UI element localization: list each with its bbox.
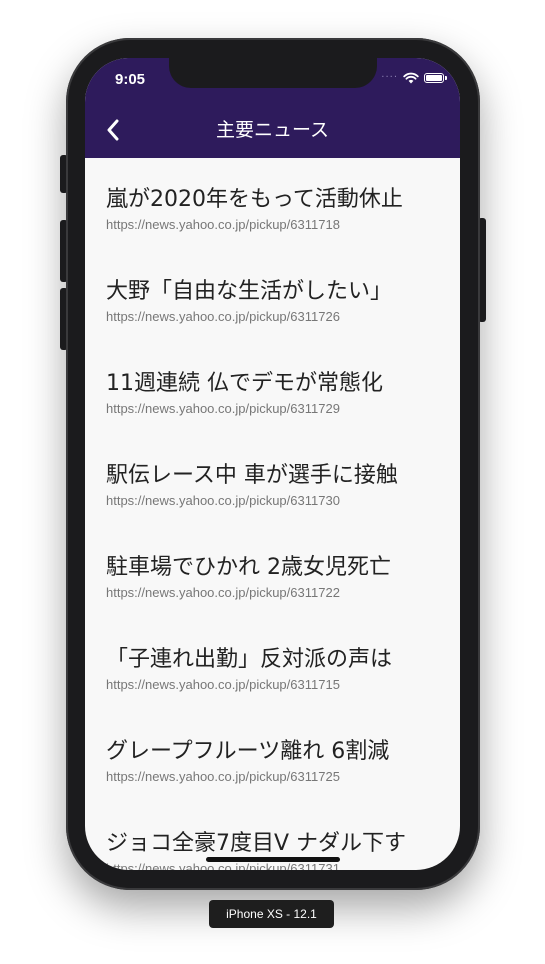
news-title: 嵐が2020年をもって活動休止 [106, 187, 403, 212]
news-item[interactable]: 駐車場でひかれ 2歳女児死亡 https://news.yahoo.co.jp/… [85, 526, 460, 618]
news-title: 「子連れ出勤」反対派の声は [106, 647, 393, 672]
news-item[interactable]: 11週連続 仏でデモが常態化 https://news.yahoo.co.jp/… [85, 342, 460, 434]
status-icons: ···· [381, 72, 447, 84]
news-title: グレープフルーツ離れ 6割減 [106, 739, 390, 764]
news-url: https://news.yahoo.co.jp/pickup/6311729 [106, 401, 340, 416]
news-url: https://news.yahoo.co.jp/pickup/6311731 [106, 861, 340, 870]
news-item[interactable]: 「子連れ出勤」反対派の声は https://news.yahoo.co.jp/p… [85, 618, 460, 710]
news-title: 駐車場でひかれ 2歳女児死亡 [106, 555, 391, 580]
news-url: https://news.yahoo.co.jp/pickup/6311726 [106, 309, 340, 324]
signal-icon: ···· [381, 72, 398, 83]
wifi-icon [403, 72, 419, 84]
device-label: iPhone XS - 12.1 [209, 900, 334, 928]
news-url: https://news.yahoo.co.jp/pickup/6311730 [106, 493, 340, 508]
news-url: https://news.yahoo.co.jp/pickup/6311715 [106, 677, 340, 692]
news-item[interactable]: 嵐が2020年をもって活動休止 https://news.yahoo.co.jp… [85, 158, 460, 250]
news-url: https://news.yahoo.co.jp/pickup/6311722 [106, 585, 340, 600]
news-item[interactable]: 駅伝レース中 車が選手に接触 https://news.yahoo.co.jp/… [85, 434, 460, 526]
home-indicator[interactable] [206, 857, 340, 862]
phone-screen: 9:05 ···· 主要ニュース 嵐が2020年をもって活動休止 https:/… [85, 58, 460, 870]
news-title: 大野「自由な生活がしたい」 [106, 279, 393, 304]
news-item[interactable]: グレープフルーツ離れ 6割減 https://news.yahoo.co.jp/… [85, 710, 460, 802]
news-item[interactable]: 大野「自由な生活がしたい」 https://news.yahoo.co.jp/p… [85, 250, 460, 342]
status-time: 9:05 [115, 71, 146, 88]
news-title: 11週連続 仏でデモが常態化 [106, 371, 383, 396]
app-bar: 9:05 ···· 主要ニュース [85, 58, 460, 158]
page-title: 主要ニュース [215, 119, 330, 141]
news-title: 駅伝レース中 車が選手に接触 [106, 463, 398, 488]
notch [169, 58, 377, 88]
news-title: ジョコ全豪7度目V ナダル下す [106, 831, 407, 856]
news-url: https://news.yahoo.co.jp/pickup/6311718 [106, 217, 340, 232]
battery-icon [424, 73, 447, 83]
news-url: https://news.yahoo.co.jp/pickup/6311725 [106, 769, 340, 784]
